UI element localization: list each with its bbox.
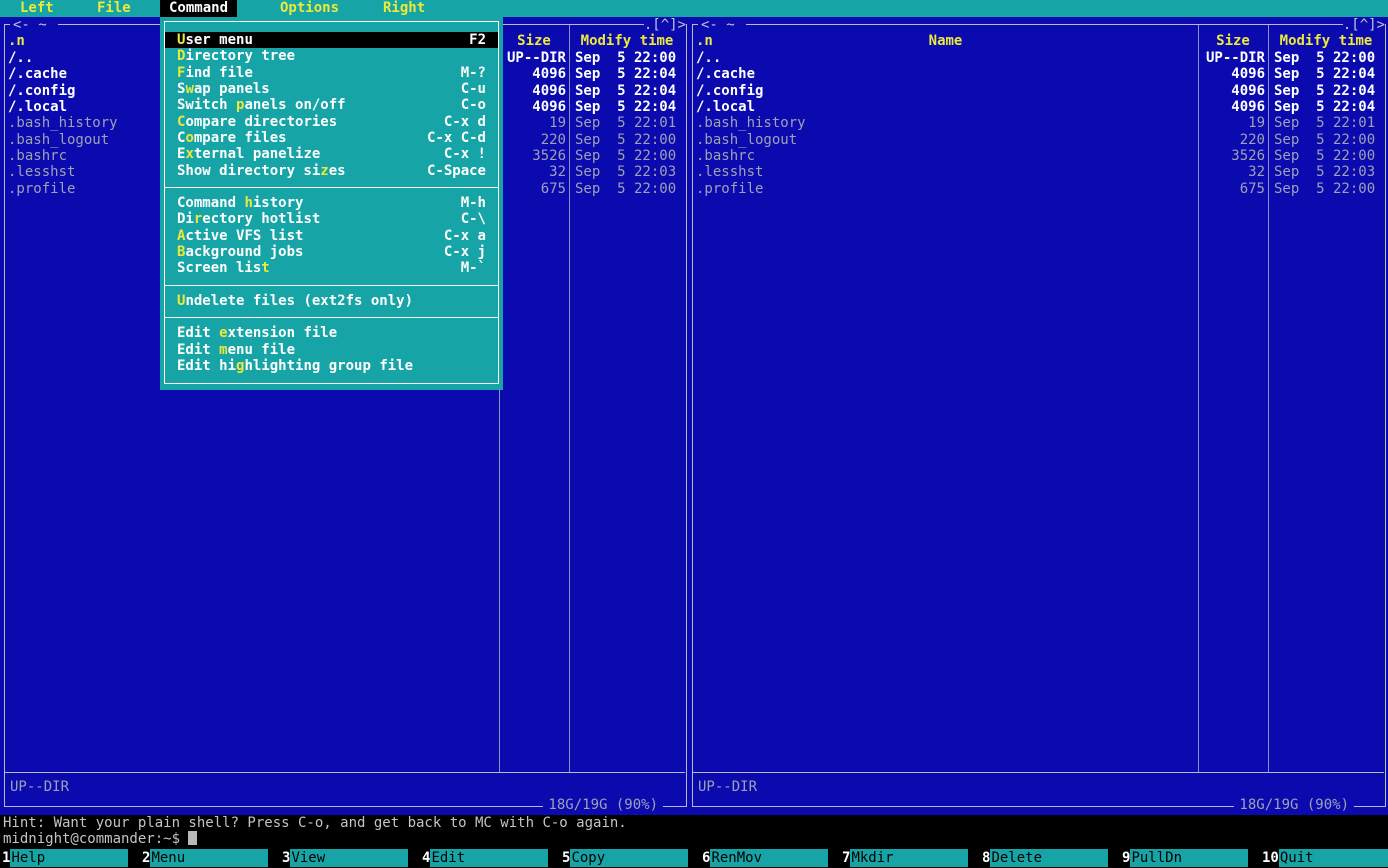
menu-item-edit-highlighting-group-file[interactable]: Edit highlighting group file — [165, 358, 498, 374]
mc-screen: Left File Command Options Right <- ~ .[^… — [0, 0, 1388, 868]
file-row[interactable]: .profile675Sep 5 22:00 — [693, 181, 1384, 197]
panel-path[interactable]: <- ~ — [698, 17, 746, 33]
menubar-item-file[interactable]: File — [88, 0, 140, 17]
menubar-item-options[interactable]: Options — [271, 0, 348, 17]
command-line[interactable]: midnight@commander:~$ — [0, 831, 1388, 848]
command-dropdown-menu: User menuF2 Directory tree Find fileM-? … — [160, 17, 503, 390]
file-row[interactable]: /.local4096Sep 5 22:04 — [693, 99, 1384, 115]
free-space-indicator: 18G/19G (90%) — [543, 798, 663, 813]
menu-item-undelete-files[interactable]: Undelete files (ext2fs only) — [165, 293, 498, 309]
fkey-copy[interactable]: 5Copy — [560, 849, 688, 867]
column-header-name[interactable]: .nName — [693, 33, 1198, 50]
fkey-help[interactable]: 1Help — [0, 849, 128, 867]
menu-separator — [165, 179, 498, 195]
menu-item-directory-hotlist[interactable]: Directory hotlistC-\ — [165, 211, 498, 227]
menu-item-external-panelize[interactable]: External panelizeC-x ! — [165, 146, 498, 162]
fkey-view[interactable]: 3View — [280, 849, 408, 867]
function-key-bar: 1Help 2Menu 3View 4Edit 5Copy 6RenMov 7M… — [0, 848, 1388, 868]
panel-corner-buttons[interactable]: .[^]> — [644, 17, 686, 33]
shortcut: M-? — [461, 65, 486, 81]
fkey-delete[interactable]: 8Delete — [980, 849, 1108, 867]
shortcut: M-` — [461, 260, 486, 276]
fkey-menu[interactable]: 2Menu — [140, 849, 268, 867]
menu-item-find-file[interactable]: Find fileM-? — [165, 65, 498, 81]
hint-line: Hint: Want your plain shell? Press C-o, … — [0, 815, 1388, 831]
shell-prompt: midnight@commander:~$ — [3, 831, 180, 847]
shortcut: C-\ — [461, 211, 486, 227]
file-row[interactable]: .lesshst32Sep 5 22:03 — [693, 164, 1384, 180]
file-row[interactable]: .bashrc3526Sep 5 22:00 — [693, 148, 1384, 164]
menubar-item-left[interactable]: Left — [11, 0, 63, 17]
panel-path[interactable]: <- ~ — [10, 17, 58, 33]
menu-item-directory-tree[interactable]: Directory tree — [165, 48, 498, 64]
menu-item-command-history[interactable]: Command historyM-h — [165, 195, 498, 211]
shortcut: C-u — [461, 81, 486, 97]
mini-status-separator — [5, 772, 685, 773]
file-row[interactable]: /.config4096Sep 5 22:04 — [693, 83, 1384, 99]
fkey-mkdir[interactable]: 7Mkdir — [840, 849, 968, 867]
sort-indicator: .n — [696, 33, 713, 50]
menu-item-compare-directories[interactable]: Compare directoriesC-x d — [165, 114, 498, 130]
menu-item-edit-menu-file[interactable]: Edit menu file — [165, 342, 498, 358]
free-space-indicator: 18G/19G (90%) — [1234, 798, 1354, 813]
workspace: <- ~ .[^]> .nName Size Modify time /..UP… — [0, 17, 1388, 815]
column-header-mtime[interactable]: Modify time — [569, 33, 685, 50]
column-header-size[interactable]: Size — [1198, 33, 1268, 50]
mini-status-separator — [693, 772, 1384, 773]
sort-indicator: .n — [8, 33, 25, 50]
mini-status: UP--DIR — [10, 779, 69, 795]
file-row[interactable]: .bash_logout220Sep 5 22:00 — [693, 132, 1384, 148]
shortcut: C-x a — [444, 228, 486, 244]
menu-item-background-jobs[interactable]: Background jobsC-x j — [165, 244, 498, 260]
menu-separator — [165, 277, 498, 293]
file-row[interactable]: /..UP--DIRSep 5 22:00 — [693, 50, 1384, 66]
menu-item-active-vfs-list[interactable]: Active VFS listC-x a — [165, 228, 498, 244]
shortcut: C-o — [461, 97, 486, 113]
fkey-edit[interactable]: 4Edit — [420, 849, 548, 867]
shortcut: C-x C-d — [427, 130, 486, 146]
file-row[interactable]: /.cache4096Sep 5 22:04 — [693, 66, 1384, 82]
fkey-renmov[interactable]: 6RenMov — [700, 849, 828, 867]
menubar-item-right[interactable]: Right — [374, 0, 434, 17]
menu-item-compare-files[interactable]: Compare filesC-x C-d — [165, 130, 498, 146]
mini-status: UP--DIR — [698, 779, 757, 795]
file-list: /..UP--DIRSep 5 22:00 /.cache4096Sep 5 2… — [693, 50, 1384, 197]
fkey-pulldn[interactable]: 9PullDn — [1120, 849, 1248, 867]
menu-item-edit-extension-file[interactable]: Edit extension file — [165, 325, 498, 341]
command-dropdown-border: User menuF2 Directory tree Find fileM-? … — [164, 21, 499, 384]
menubar-item-command[interactable]: Command — [160, 0, 237, 17]
fkey-quit[interactable]: 10Quit — [1260, 849, 1388, 867]
panel-right: <- ~ .[^]> .nName Size Modify time /..UP… — [688, 17, 1388, 815]
menu-item-screen-list[interactable]: Screen listM-` — [165, 260, 498, 276]
column-header-mtime[interactable]: Modify time — [1268, 33, 1384, 50]
menu-item-switch-panels-on-off[interactable]: Switch panels on/offC-o — [165, 97, 498, 113]
shortcut: C-x j — [444, 244, 486, 260]
menubar: Left File Command Options Right — [0, 0, 1388, 17]
shortcut: C-x ! — [444, 146, 486, 162]
file-row[interactable]: .bash_history19Sep 5 22:01 — [693, 115, 1384, 131]
panel-header: .nName Size Modify time — [693, 33, 1384, 50]
menu-item-user-menu[interactable]: User menuF2 — [165, 32, 498, 48]
shortcut: C-x d — [444, 114, 486, 130]
shortcut: F2 — [469, 32, 486, 48]
text-cursor — [188, 831, 197, 845]
shortcut: C-Space — [427, 163, 486, 179]
menu-item-show-directory-sizes[interactable]: Show directory sizesC-Space — [165, 163, 498, 179]
menu-item-swap-panels[interactable]: Swap panelsC-u — [165, 81, 498, 97]
menu-separator — [165, 309, 498, 325]
panel-corner-buttons[interactable]: .[^]> — [1343, 17, 1385, 33]
column-header-size[interactable]: Size — [499, 33, 569, 50]
shortcut: M-h — [461, 195, 486, 211]
